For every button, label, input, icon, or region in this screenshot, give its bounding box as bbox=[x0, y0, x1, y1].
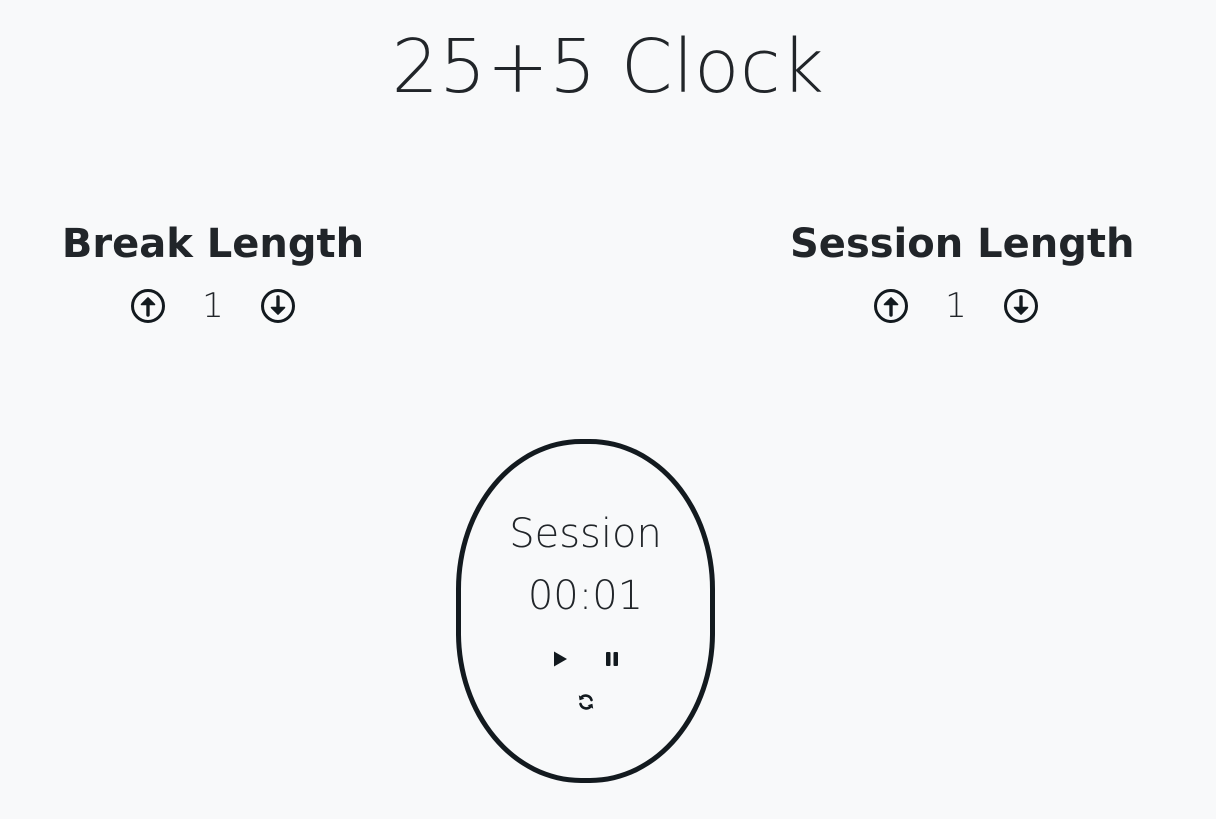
break-increment-button[interactable] bbox=[129, 287, 167, 325]
session-length-control: Session Length 1 bbox=[790, 218, 1135, 332]
arrow-circle-up-icon bbox=[131, 289, 165, 323]
session-length-value: 1 bbox=[945, 286, 967, 326]
reset-button[interactable] bbox=[574, 690, 598, 714]
arrow-circle-down-icon bbox=[261, 289, 295, 323]
session-length-row: 1 bbox=[790, 280, 1122, 332]
pause-button[interactable] bbox=[600, 647, 624, 671]
start-button[interactable] bbox=[548, 647, 572, 671]
time-left: 00:01 bbox=[527, 573, 644, 619]
timer-display: Session 00:01 bbox=[456, 439, 715, 783]
session-length-label: Session Length bbox=[790, 221, 1135, 267]
session-increment-button[interactable] bbox=[872, 287, 910, 325]
refresh-icon bbox=[578, 694, 593, 710]
page-title: 25+5 Clock bbox=[391, 24, 825, 110]
arrow-circle-up-icon bbox=[874, 289, 908, 323]
pause-icon bbox=[605, 652, 618, 666]
break-length-value: 1 bbox=[202, 286, 224, 326]
timer-controls bbox=[461, 647, 710, 671]
break-length-label: Break Length bbox=[61, 221, 365, 267]
session-decrement-button[interactable] bbox=[1002, 287, 1040, 325]
timer-label: Session bbox=[509, 511, 662, 557]
break-decrement-button[interactable] bbox=[259, 287, 297, 325]
break-length-row: 1 bbox=[60, 280, 366, 332]
arrow-circle-down-icon bbox=[1004, 289, 1038, 323]
reset-row bbox=[461, 690, 710, 714]
play-icon bbox=[553, 651, 567, 667]
break-length-control: Break Length 1 bbox=[60, 218, 366, 332]
